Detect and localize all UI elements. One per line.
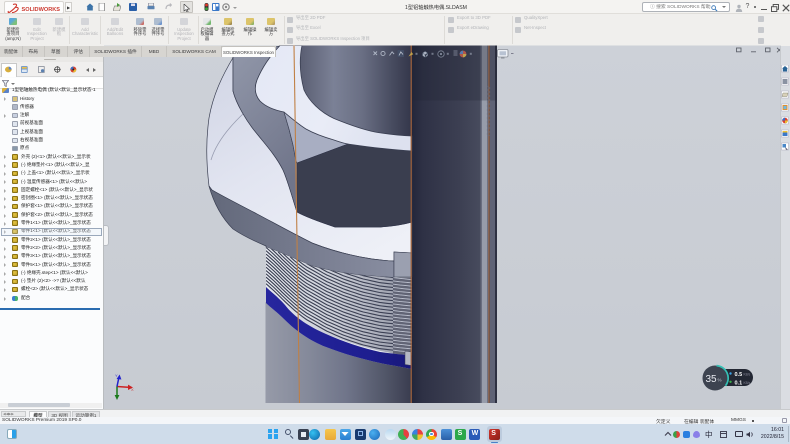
svg-text:0.5: 0.5	[735, 372, 743, 378]
svg-text:0.1: 0.1	[735, 380, 743, 386]
svg-text:Y: Y	[115, 373, 118, 378]
svg-text:X: X	[131, 387, 134, 392]
svg-text:%: %	[718, 378, 722, 383]
svg-text:KB/s: KB/s	[744, 373, 751, 377]
svg-text:KB/s: KB/s	[744, 381, 751, 385]
svg-text:35: 35	[706, 374, 718, 385]
